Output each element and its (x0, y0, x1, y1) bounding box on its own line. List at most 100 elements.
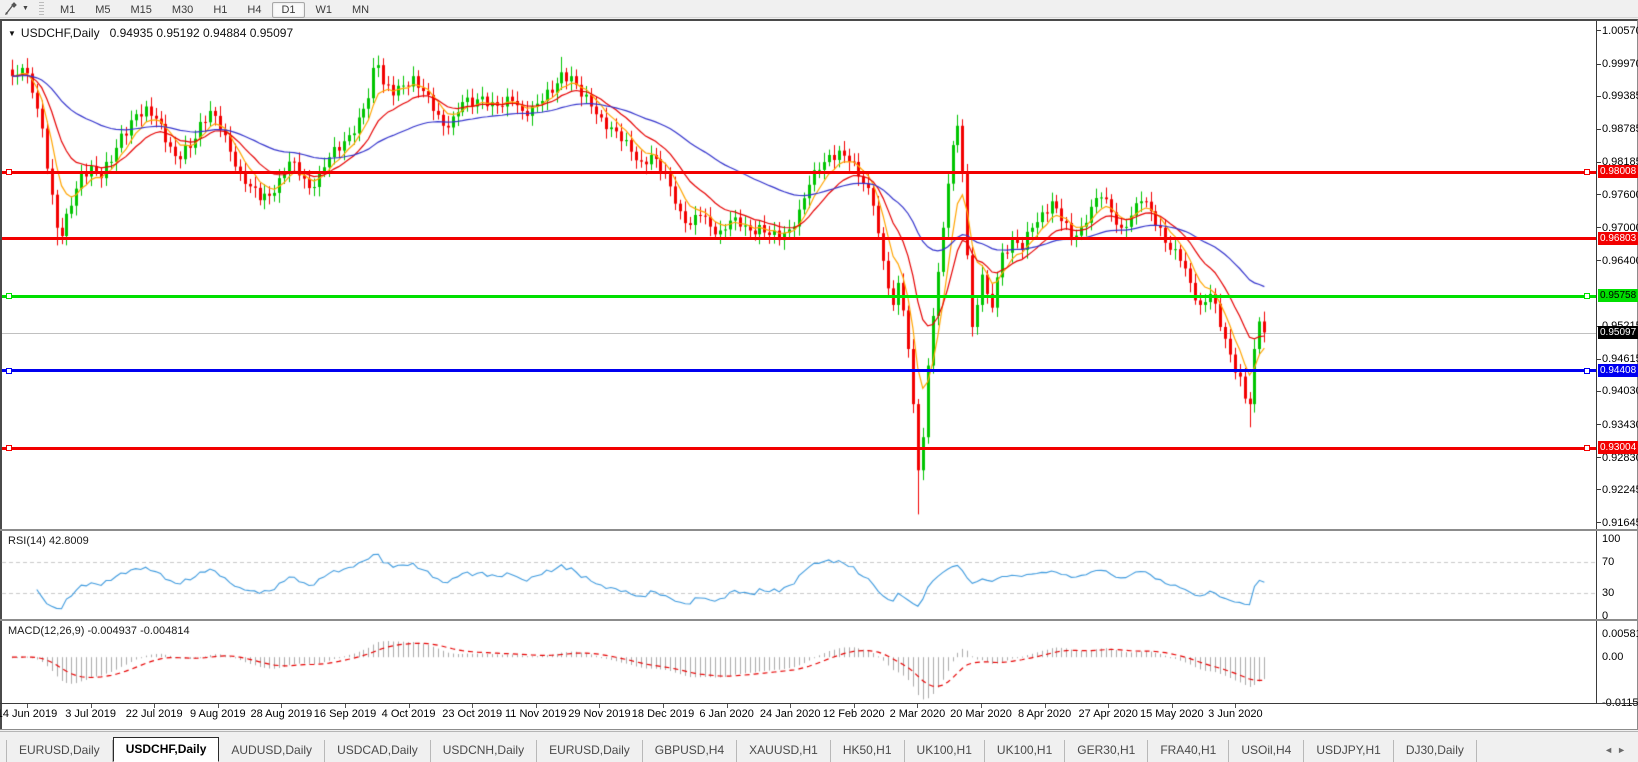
price-tick-mark (1596, 63, 1601, 65)
price-tick-label: 0.92245 (1602, 483, 1638, 496)
chart-tab-usdcad-daily[interactable]: USDCAD,Daily (325, 740, 431, 762)
chart-tab-hk50-h1[interactable]: HK50,H1 (831, 740, 905, 762)
time-axis-label: 2 Mar 2020 (889, 708, 946, 720)
price-tick-label: 0.97600 (1602, 188, 1638, 201)
chart-tab-eurusd-daily[interactable]: EURUSD,Daily (6, 740, 113, 762)
price-tick-label: 0.91645 (1602, 516, 1638, 529)
macd-axis-label: 0.005818 (1602, 627, 1638, 640)
price-tick-mark (1596, 161, 1601, 163)
tab-scroll-left-icon[interactable]: ◄ (1604, 745, 1617, 755)
price-tick-mark (1596, 390, 1601, 392)
tool-dropdown-caret-icon[interactable]: ▼ (22, 5, 29, 12)
chart-tab-uk100-h1[interactable]: UK100,H1 (985, 740, 1066, 762)
timeframe-button-w1[interactable]: W1 (307, 2, 342, 18)
price-axis-badge: 0.95097 (1598, 325, 1638, 339)
price-axis-badge: 0.94408 (1598, 363, 1638, 377)
line-handle-left[interactable] (6, 293, 12, 300)
price-tick-label: 0.94030 (1602, 385, 1638, 398)
collapse-triangle-icon[interactable]: ▼ (8, 29, 16, 38)
chart-tab-usoil-h4[interactable]: USOil,H4 (1229, 740, 1305, 762)
price-tick-label: 0.93430 (1602, 418, 1638, 431)
rsi-macd-splitter[interactable] (0, 619, 1638, 621)
price-axis-badge: 0.93004 (1598, 441, 1638, 455)
chart-tab-ger30-h1[interactable]: GER30,H1 (1065, 740, 1149, 762)
time-axis-label: 12 Feb 2020 (822, 708, 885, 720)
timeframe-button-m30[interactable]: M30 (163, 2, 202, 18)
line-handle-left[interactable] (6, 169, 12, 176)
time-axis-label: 8 Apr 2020 (1017, 708, 1072, 720)
main-rsi-splitter[interactable] (0, 529, 1638, 531)
trend-horizontal-line[interactable] (2, 237, 1596, 241)
line-handle-right[interactable] (1584, 293, 1590, 300)
chart-symbol-label: USDCHF,Daily (20, 26, 100, 40)
trend-horizontal-line[interactable] (2, 294, 1596, 298)
rsi-axis-label: 100 (1602, 533, 1621, 545)
timeframe-button-h1[interactable]: H1 (204, 2, 236, 18)
time-axis-label: 14 Jun 2019 (0, 708, 58, 720)
time-axis-label: 6 Jan 2020 (699, 708, 754, 720)
timeframe-button-d1[interactable]: D1 (272, 1, 305, 18)
chart-tab-uk100-h1[interactable]: UK100,H1 (905, 740, 985, 762)
price-tick-mark (1596, 128, 1601, 130)
toolbar-grip[interactable] (38, 1, 44, 16)
chart-tab-bar: EURUSD,Daily USDCHF,Daily AUDUSD,Daily USDC… (0, 731, 1638, 762)
price-tick-mark (1596, 30, 1601, 32)
price-tick-mark (1596, 227, 1601, 229)
price-tick-label: 0.96400 (1602, 254, 1638, 267)
time-axis-label: 11 Nov 2019 (505, 708, 567, 720)
price-axis-badge: 0.98008 (1598, 165, 1638, 179)
chart-tab-eurusd-daily[interactable]: EURUSD,Daily (537, 740, 643, 762)
time-axis-label: 15 May 2020 (1139, 708, 1204, 720)
chart-tab-usdjpy-h1[interactable]: USDJPY,H1 (1304, 740, 1394, 762)
chart-tab-usdchf-daily[interactable]: USDCHF,Daily (112, 737, 220, 762)
macd-label: MACD(12,26,9) -0.004937 -0.004814 (8, 625, 190, 637)
drawing-cursor-icon[interactable] (4, 1, 20, 16)
chart-tab-audusd-daily[interactable]: AUDUSD,Daily (219, 740, 326, 762)
time-axis-label: 20 Mar 2020 (950, 708, 1012, 720)
mt4-application: ▼ M1 M5 M15 M30 H1 H4 D1 W1 MN ▼ USDCHF,Daily 0.94… (0, 0, 1638, 762)
chart-tab-gbpusd-h4[interactable]: GBPUSD,H4 (643, 740, 738, 762)
price-tick-mark (1596, 489, 1601, 491)
trend-horizontal-line[interactable] (2, 170, 1596, 174)
chart-tab-xauusd-h1[interactable]: XAUUSD,H1 (737, 740, 831, 762)
line-handle-left[interactable] (6, 367, 12, 374)
line-handle-right[interactable] (1584, 169, 1590, 176)
time-axis-label: 3 Jul 2019 (65, 708, 116, 720)
trend-horizontal-line[interactable] (2, 369, 1596, 373)
time-axis-label: 22 Jul 2019 (125, 708, 183, 720)
timeframe-button-m15[interactable]: M15 (122, 2, 161, 18)
trend-horizontal-line[interactable] (2, 446, 1596, 450)
price-tick-label: 0.98785 (1602, 123, 1638, 136)
time-axis-label: 28 Aug 2019 (250, 708, 313, 720)
chart-tab-fra40-h1[interactable]: FRA40,H1 (1148, 740, 1230, 762)
rsi-label: RSI(14) 42.8009 (8, 535, 89, 547)
tab-scroll-right-icon[interactable]: ► (1617, 745, 1630, 755)
chart-tab-dj30-daily[interactable]: DJ30,Daily (1394, 740, 1477, 762)
price-axis-divider (1596, 21, 1597, 704)
timeframe-button-h4[interactable]: H4 (238, 2, 270, 18)
time-axis-label: 4 Oct 2019 (381, 708, 436, 720)
line-handle-left[interactable] (6, 445, 12, 452)
timeframe-button-mn[interactable]: MN (343, 2, 378, 18)
window-bottom-edge (0, 729, 1638, 730)
rsi-axis-label: 30 (1602, 586, 1615, 599)
price-tick-mark (1596, 260, 1601, 262)
time-axis-label: 27 Apr 2020 (1078, 708, 1138, 720)
line-handle-right[interactable] (1584, 445, 1590, 452)
price-tick-mark (1596, 522, 1601, 524)
chart-tab-usdcnh-daily[interactable]: USDCNH,Daily (431, 740, 538, 762)
time-axis-label: 3 Jun 2020 (1208, 708, 1263, 720)
timeframe-button-m1[interactable]: M1 (51, 2, 84, 18)
price-tick-mark (1596, 457, 1601, 459)
current-price-line (2, 333, 1596, 334)
chart-window[interactable] (0, 19, 1638, 730)
macd-axis-label: 0.00 (1602, 651, 1624, 664)
price-axis-badge: 0.95758 (1598, 289, 1638, 303)
timeframe-button-m5[interactable]: M5 (86, 2, 119, 18)
time-axis-label: 23 Oct 2019 (442, 708, 503, 720)
line-handle-right[interactable] (1584, 367, 1590, 374)
chart-ohlc-values: 0.94935 0.95192 0.94884 0.95097 (109, 26, 294, 40)
price-tick-mark (1596, 424, 1601, 426)
time-axis-label: 16 Sep 2019 (313, 708, 377, 720)
price-tick-label: 1.00570 (1602, 24, 1638, 37)
